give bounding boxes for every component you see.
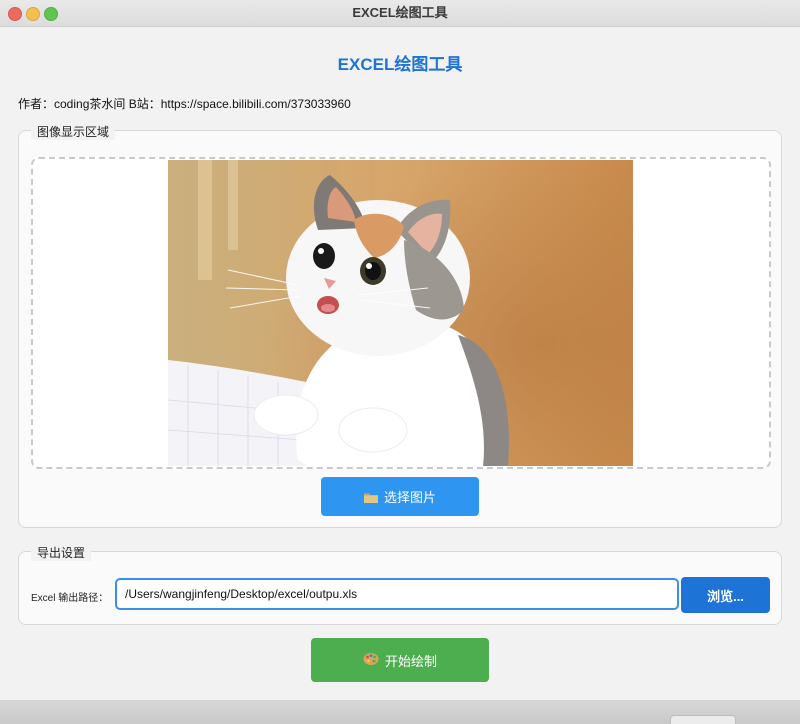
start-drawing-button[interactable]: 开始绘制 bbox=[311, 638, 489, 682]
palette-icon bbox=[363, 652, 379, 669]
background-window-tab bbox=[670, 715, 736, 724]
cat-image bbox=[168, 160, 633, 466]
image-group-title: 图像显示区域 bbox=[31, 123, 116, 140]
browse-button[interactable]: 浏览... bbox=[681, 577, 770, 613]
export-group-title: 导出设置 bbox=[31, 544, 92, 561]
start-drawing-label: 开始绘制 bbox=[384, 653, 437, 669]
image-display-area bbox=[31, 157, 771, 469]
folder-icon bbox=[363, 491, 378, 503]
app-window: EXCEL绘图工具 EXCEL绘图工具 作者：coding茶水间 B站：http… bbox=[0, 0, 800, 724]
select-image-label: 选择图片 bbox=[383, 490, 436, 505]
image-display-group: 图像显示区域 选择图片 bbox=[18, 123, 782, 528]
export-settings-group: 导出设置 Excel 输出路径： 浏览... bbox=[18, 544, 782, 625]
select-image-button[interactable]: 选择图片 bbox=[321, 477, 479, 516]
author-info: 作者：coding茶水间 B站：https://space.bilibili.c… bbox=[18, 97, 351, 111]
app-heading: EXCEL绘图工具 bbox=[337, 55, 463, 74]
window-title: EXCEL绘图工具 bbox=[352, 5, 448, 20]
title-bar: EXCEL绘图工具 bbox=[0, 0, 800, 27]
output-path-label: Excel 输出路径： bbox=[31, 593, 109, 604]
output-path-input[interactable] bbox=[115, 578, 679, 610]
